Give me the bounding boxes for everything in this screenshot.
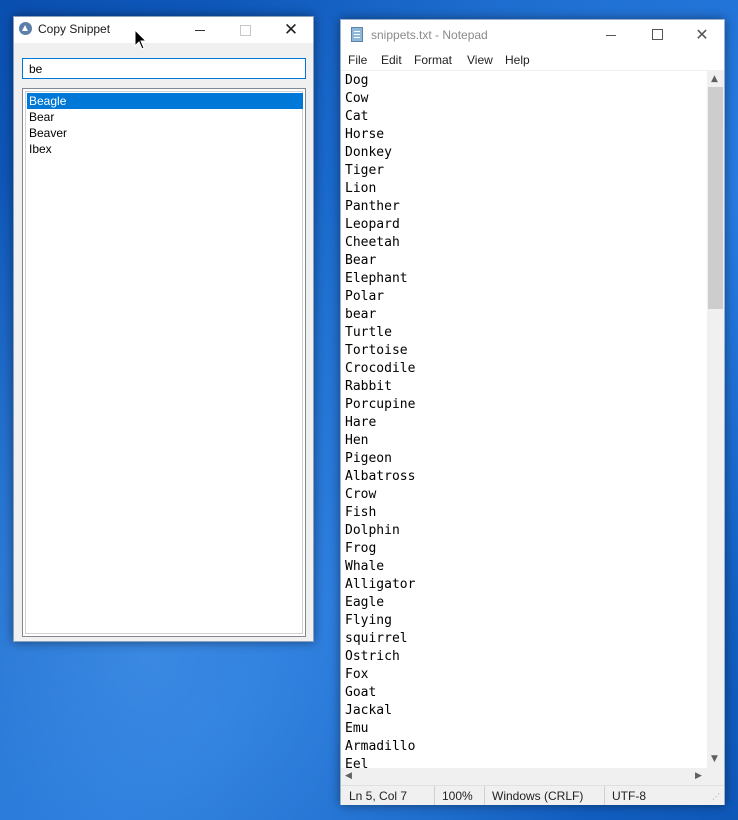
notepad-title: snippets.txt - Notepad — [371, 28, 488, 42]
text-line: Cheetah — [345, 235, 400, 250]
text-line: Elephant — [345, 271, 408, 286]
text-line: bear — [345, 307, 377, 322]
status-position: Ln 5, Col 7 — [349, 789, 408, 803]
text-line: Armadillo — [345, 739, 416, 754]
window-title: Copy Snippet — [38, 22, 111, 36]
text-line: Tiger — [345, 163, 385, 178]
text-line: Hare — [345, 415, 377, 430]
text-line: Fish — [345, 505, 377, 520]
scroll-left-icon[interactable]: ◀ — [345, 771, 352, 781]
scroll-corner — [707, 768, 724, 785]
text-line: Eagle — [345, 595, 385, 610]
text-line: Goat — [345, 685, 377, 700]
mouse-cursor-icon — [134, 29, 148, 50]
text-line: Ostrich — [345, 649, 400, 664]
text-line: Frog — [345, 541, 377, 556]
status-zoom: 100% — [442, 789, 473, 803]
text-line: Rabbit — [345, 379, 392, 394]
text-line: Eel — [345, 757, 369, 768]
resize-grip-icon[interactable]: ⋰ — [712, 792, 720, 801]
text-editor[interactable]: Dog Cow Cat Horse Donkey Tiger Lion Panther Leop… — [341, 71, 707, 768]
text-line: Alligator — [345, 577, 416, 592]
result-item[interactable]: Bear — [27, 109, 303, 125]
notepad-window: snippets.txt - Notepad ✕ File Edit Forma… — [340, 19, 725, 805]
result-item[interactable]: Ibex — [27, 141, 303, 157]
text-line: Cat — [345, 109, 369, 124]
text-line: Lion — [345, 181, 377, 196]
menubar: File Edit Format View Help — [341, 50, 724, 71]
menu-format[interactable]: Format — [414, 53, 452, 67]
text-line: Jackal — [345, 703, 392, 718]
status-bar: Ln 5, Col 7 100% Windows (CRLF) UTF-8 ⋰ — [341, 785, 724, 805]
menu-file[interactable]: File — [348, 53, 367, 67]
text-line: Whale — [345, 559, 385, 574]
search-input[interactable] — [22, 58, 306, 79]
menu-help[interactable]: Help — [505, 53, 530, 67]
text-line: Crocodile — [345, 361, 416, 376]
text-line: Flying — [345, 613, 392, 628]
close-button[interactable]: ✕ — [268, 17, 314, 43]
results-list-frame: Beagle Bear Beaver Ibex — [25, 91, 303, 634]
notepad-icon — [351, 27, 363, 42]
horizontal-scrollbar[interactable]: ◀ ▶ — [341, 768, 707, 785]
text-line: Tortoise — [345, 343, 408, 358]
text-line: Polar — [345, 289, 385, 304]
notepad-titlebar[interactable]: snippets.txt - Notepad ✕ — [341, 20, 724, 50]
minimize-button[interactable] — [588, 20, 634, 50]
scroll-right-icon[interactable]: ▶ — [695, 771, 702, 781]
scroll-thumb[interactable] — [708, 87, 723, 309]
close-button[interactable]: ✕ — [679, 20, 725, 50]
text-line: Dog — [345, 73, 369, 88]
text-line: squirrel — [345, 631, 408, 646]
text-line: Donkey — [345, 145, 392, 160]
text-line: Hen — [345, 433, 369, 448]
scroll-down-icon[interactable]: ▼ — [711, 754, 718, 764]
minimize-button[interactable] — [177, 17, 223, 43]
copy-snippet-titlebar[interactable]: Copy Snippet ✕ — [14, 17, 313, 43]
menu-view[interactable]: View — [467, 53, 493, 67]
status-encoding: UTF-8 — [612, 789, 646, 803]
copy-snippet-window: Copy Snippet ✕ Beagle Bear Beaver Ibex — [13, 16, 314, 642]
status-divider — [484, 786, 485, 805]
text-line: Emu — [345, 721, 369, 736]
status-divider — [604, 786, 605, 805]
vertical-scrollbar[interactable]: ▲ ▼ — [707, 71, 724, 768]
text-line: Pigeon — [345, 451, 392, 466]
results-list[interactable]: Beagle Bear Beaver Ibex — [22, 88, 306, 637]
text-line: Albatross — [345, 469, 416, 484]
text-line: Turtle — [345, 325, 392, 340]
maximize-button — [222, 17, 268, 43]
text-line: Panther — [345, 199, 400, 214]
result-item[interactable]: Beaver — [27, 125, 303, 141]
app-icon — [19, 22, 32, 35]
text-line: Leopard — [345, 217, 400, 232]
text-line: Bear — [345, 253, 377, 268]
scroll-up-icon[interactable]: ▲ — [711, 74, 718, 84]
text-line: Crow — [345, 487, 377, 502]
maximize-button[interactable] — [634, 20, 680, 50]
status-divider — [434, 786, 435, 805]
text-line: Porcupine — [345, 397, 416, 412]
text-line: Dolphin — [345, 523, 400, 538]
result-item[interactable]: Beagle — [27, 93, 303, 109]
menu-edit[interactable]: Edit — [381, 53, 402, 67]
status-line-ending: Windows (CRLF) — [492, 789, 584, 803]
text-line: Horse — [345, 127, 385, 142]
text-line: Cow — [345, 91, 369, 106]
text-line: Fox — [345, 667, 369, 682]
